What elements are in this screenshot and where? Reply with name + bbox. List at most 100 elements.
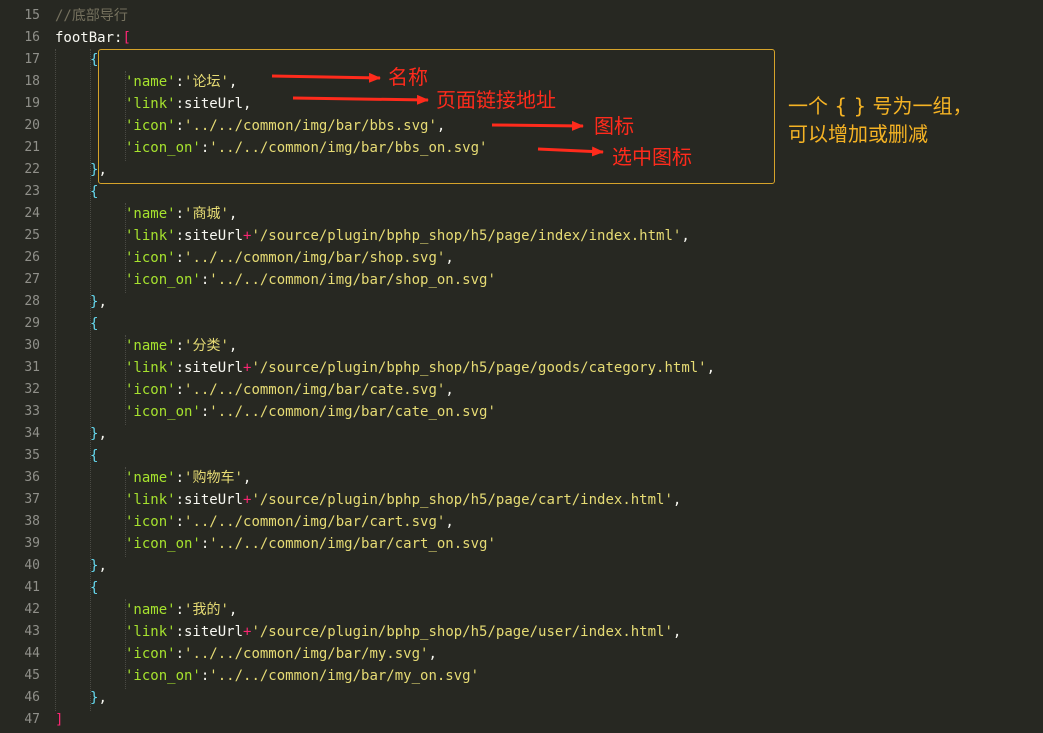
code-token: 'link' <box>125 492 176 508</box>
line-number: 26 <box>24 250 40 265</box>
code-token: , <box>98 426 107 442</box>
code-token: , <box>681 228 690 244</box>
code-text: 'icon_on':'../../common/img/bar/cart_on.… <box>125 533 496 555</box>
code-token: 'icon' <box>125 514 176 530</box>
code-token: :siteUrl <box>175 492 244 508</box>
code-text: 'name':'商城', <box>125 203 237 225</box>
code-line[interactable]: 45 'icon_on':'../../common/img/bar/my_on.… <box>0 665 1043 687</box>
line-number: 16 <box>24 30 40 45</box>
line-number: 28 <box>24 294 40 309</box>
code-token: '../../common/img/bar/cate.svg' <box>184 382 446 398</box>
line-number: 24 <box>24 206 40 221</box>
code-token: 'icon_on' <box>125 536 201 552</box>
line-number: 21 <box>24 140 40 155</box>
code-token: 'name' <box>125 206 176 222</box>
code-text: 'icon':'../../common/img/bar/cate.svg', <box>125 379 454 401</box>
line-number: 31 <box>24 360 40 375</box>
code-line[interactable]: 28}, <box>0 291 1043 313</box>
code-token: '/source/plugin/bphp_shop/h5/page/goods/… <box>251 360 707 376</box>
line-number: 30 <box>24 338 40 353</box>
code-line[interactable]: 35 { <box>0 445 1043 467</box>
line-number: 39 <box>24 536 40 551</box>
group-note-line2: 可以增加或删减 <box>788 122 928 146</box>
code-line[interactable]: 39 'icon_on':'../../common/img/bar/cart_o… <box>0 533 1043 555</box>
line-number: 32 <box>24 382 40 397</box>
code-token: , <box>445 382 454 398</box>
code-text: }, <box>90 687 107 709</box>
line-number: 35 <box>24 448 40 463</box>
code-token: : <box>175 206 185 222</box>
line-number: 34 <box>24 426 40 441</box>
line-number: 27 <box>24 272 40 287</box>
code-line[interactable]: 43 'link':siteUrl+'/source/plugin/bphp_sh… <box>0 621 1043 643</box>
code-token: ] <box>55 712 64 728</box>
code-token: : <box>175 646 185 662</box>
indent-guide <box>125 599 126 689</box>
code-token: //底部导行 <box>55 8 128 24</box>
code-token: 'name' <box>125 602 176 618</box>
code-line[interactable]: 24 'name':'商城', <box>0 203 1043 225</box>
code-line[interactable]: 26 'icon':'../../common/img/bar/shop.svg'… <box>0 247 1043 269</box>
code-token: , <box>242 470 252 486</box>
code-token: '分类' <box>184 338 229 354</box>
code-text: }, <box>90 423 107 445</box>
code-token: : <box>175 382 185 398</box>
line-number: 15 <box>24 8 40 23</box>
line-number: 37 <box>24 492 40 507</box>
line-number: 46 <box>24 690 40 705</box>
code-token: '../../common/img/bar/cart_on.svg' <box>209 536 496 552</box>
code-line[interactable]: 40}, <box>0 555 1043 577</box>
code-line[interactable]: 46}, <box>0 687 1043 709</box>
code-line[interactable]: 42 'name':'我的', <box>0 599 1043 621</box>
code-token: '购物车' <box>184 470 243 486</box>
line-number: 23 <box>24 184 40 199</box>
indent-guide <box>55 49 56 711</box>
code-line[interactable]: 38 'icon':'../../common/img/bar/cart.svg'… <box>0 511 1043 533</box>
code-token: , <box>672 492 682 508</box>
code-line[interactable]: 36 'name':'购物车', <box>0 467 1043 489</box>
code-line[interactable]: 29 { <box>0 313 1043 335</box>
code-line[interactable]: 23 { <box>0 181 1043 203</box>
code-token: 'icon' <box>125 250 176 266</box>
code-text: 'icon':'../../common/img/bar/my.svg', <box>125 643 437 665</box>
code-line[interactable]: 30 'name':'分类', <box>0 335 1043 357</box>
code-line[interactable]: 44 'icon':'../../common/img/bar/my.svg', <box>0 643 1043 665</box>
code-line[interactable]: 32 'icon':'../../common/img/bar/cate.svg'… <box>0 379 1043 401</box>
code-token: , <box>706 360 716 376</box>
code-token: '/source/plugin/bphp_shop/h5/page/cart/i… <box>251 492 673 508</box>
line-number: 29 <box>24 316 40 331</box>
line-number: 41 <box>24 580 40 595</box>
code-token: : <box>175 250 185 266</box>
code-line[interactable]: 25 'link':siteUrl+'/source/plugin/bphp_sh… <box>0 225 1043 247</box>
code-token: { <box>90 580 99 596</box>
code-token: , <box>98 294 107 310</box>
code-line[interactable]: 37 'link':siteUrl+'/source/plugin/bphp_sh… <box>0 489 1043 511</box>
code-token: : <box>175 470 185 486</box>
indent-guide <box>90 49 91 711</box>
code-token: '/source/plugin/bphp_shop/h5/page/index/… <box>251 228 682 244</box>
code-token: , <box>445 514 454 530</box>
code-line[interactable]: 27 'icon_on':'../../common/img/bar/shop_o… <box>0 269 1043 291</box>
code-line[interactable]: 15 //底部导行 <box>0 5 1043 27</box>
code-line[interactable]: 31 'link':siteUrl+'/source/plugin/bphp_sh… <box>0 357 1043 379</box>
code-token: , <box>428 646 437 662</box>
code-line[interactable]: 47] <box>0 709 1043 731</box>
code-text: 'name':'我的', <box>125 599 237 621</box>
code-line[interactable]: 41 { <box>0 577 1043 599</box>
code-line[interactable]: 33 'icon_on':'../../common/img/bar/cate_o… <box>0 401 1043 423</box>
code-token: : <box>175 338 185 354</box>
code-token: , <box>228 206 238 222</box>
code-line[interactable]: 16 footBar:[ <box>0 27 1043 49</box>
code-line[interactable]: 34}, <box>0 423 1043 445</box>
code-text: }, <box>90 555 107 577</box>
code-text: footBar:[ <box>55 27 131 49</box>
code-token: 'icon' <box>125 646 176 662</box>
code-text: 'name':'购物车', <box>125 467 251 489</box>
code-token: , <box>98 690 107 706</box>
code-text: 'icon':'../../common/img/bar/shop.svg', <box>125 247 454 269</box>
code-token: :siteUrl <box>175 360 244 376</box>
code-token: , <box>672 624 682 640</box>
indent-guide <box>125 203 126 293</box>
code-token: { <box>90 316 99 332</box>
link-annotation: 页面链接地址 <box>436 88 556 112</box>
